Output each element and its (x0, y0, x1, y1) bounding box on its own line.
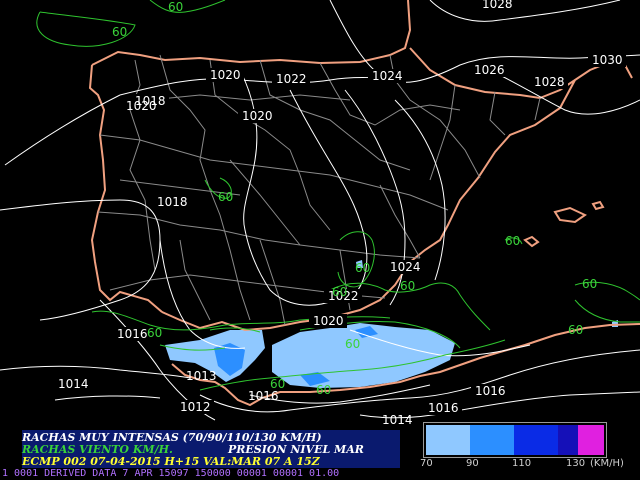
gust-label: 60 (147, 326, 162, 340)
map-canvas: 1028 1030 1020 1022 1024 1026 1028 1018 … (0, 0, 640, 427)
gust-label: 60 (400, 279, 415, 293)
isobar-label: 1012 (180, 400, 211, 414)
isobar-label: 1016 (248, 389, 279, 403)
legend-tick: 130 (566, 458, 586, 469)
gust-label: 60 (345, 337, 360, 351)
legend-unit: (KM/H) (590, 458, 624, 469)
legend-swatch (426, 425, 470, 455)
isobar-label: 1020 (242, 109, 273, 123)
gust-label: 60 (270, 377, 285, 391)
gust-label: 60 (316, 383, 331, 397)
isobar-label: 1024 (390, 260, 421, 274)
gust-label: 60 (355, 261, 370, 275)
legend-swatch (514, 425, 558, 455)
gust-label: 60 (505, 234, 520, 248)
isobar-label: 1014 (382, 413, 413, 427)
gust-label: 60 (112, 25, 127, 39)
gust-label: 60 (332, 285, 347, 299)
gust-label: 60 (218, 190, 233, 204)
legend-swatch (558, 425, 578, 455)
balearic-islands (523, 200, 605, 248)
legend-tick: 90 (466, 458, 479, 469)
iberia-coast (88, 0, 633, 332)
isobar-label: 1016 (117, 327, 148, 341)
header-pressure-label: PRESION NIVEL MAR (228, 443, 364, 456)
legend-swatch (578, 425, 604, 455)
gust-label: 60 (168, 0, 183, 14)
isobar-label: 1020 (210, 68, 241, 82)
isobar-label: 1028 (482, 0, 513, 11)
header-title: RACHAS MUY INTENSAS (70/90/110/130 KM/H) (22, 431, 322, 444)
color-legend-bar (423, 422, 607, 458)
legend-tick: 70 (420, 458, 433, 469)
weather-map-viewer: 1028 1030 1020 1022 1024 1026 1028 1018 … (0, 0, 640, 480)
gust-label: 60 (568, 323, 583, 337)
isobar-label: 1028 (534, 75, 565, 89)
isobar-label: 1020 (313, 314, 344, 328)
isobar-label: 1014 (58, 377, 89, 391)
legend-tick: 110 (512, 458, 532, 469)
isobar-label: 1020 (126, 99, 157, 113)
status-footer: 1 0001 DERIVED DATA 7 APR 15097 150000 0… (2, 468, 340, 479)
isobar-label: 1016 (428, 401, 459, 415)
isobar-label: 1030 (592, 53, 623, 67)
isobar-label: 1013 (186, 369, 217, 383)
isobar-label: 1022 (276, 72, 307, 86)
isobar-label: 1026 (474, 63, 505, 77)
header-run-info: ECMP 002 07-04-2015 H+15 VAL:MAR 07 A 15… (22, 455, 320, 468)
legend-swatch (470, 425, 514, 455)
isobar-label: 1024 (372, 69, 403, 83)
isobar-label: 1018 (157, 195, 188, 209)
gust-label: 60 (582, 277, 597, 291)
header-gust-label: RACHAS VIENTO KM/H. (22, 443, 173, 456)
isobar-label: 1016 (475, 384, 506, 398)
